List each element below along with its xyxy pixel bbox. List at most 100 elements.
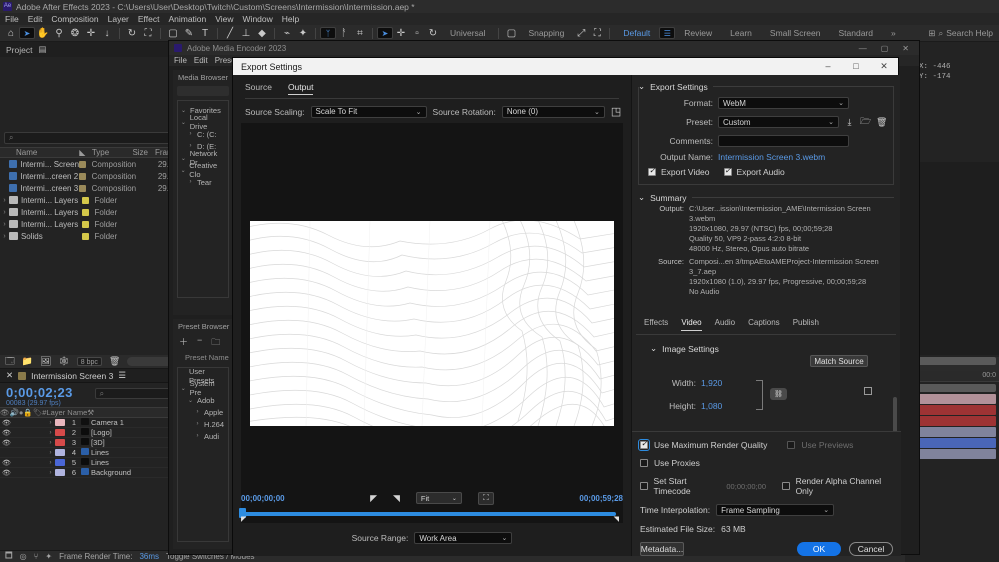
motion-blur-icon[interactable]: ◎: [20, 552, 27, 561]
metadata-button[interactable]: Metadata...: [640, 542, 684, 556]
media-browser-search[interactable]: [177, 86, 229, 96]
source-rotation-select[interactable]: None (0) ⌄: [502, 106, 605, 118]
tab-output[interactable]: Output: [288, 82, 314, 95]
layer-label-swatch[interactable]: [55, 469, 67, 476]
bit-depth-button[interactable]: 8 bpc: [77, 357, 102, 366]
new-comp-icon[interactable]: 🗔: [5, 354, 15, 370]
maximize-icon[interactable]: □: [842, 61, 870, 72]
timeline-menu-icon[interactable]: ☰: [118, 370, 126, 381]
expand-layer-icon[interactable]: ›: [46, 450, 55, 456]
set-start-timecode-checkbox[interactable]: [640, 482, 648, 490]
visibility-toggle-icon[interactable]: 👁: [0, 419, 13, 427]
item-label-swatch[interactable]: [79, 185, 91, 192]
hand-tool-icon[interactable]: ✋: [35, 26, 51, 41]
layer-duration-bar[interactable]: [908, 394, 996, 404]
list-item[interactable]: ⌄Creative Clo: [180, 164, 226, 176]
chevron-down-icon[interactable]: ⌄: [650, 343, 657, 354]
pixel-aspect-checkbox[interactable]: [864, 387, 872, 395]
list-item[interactable]: ⌄Local Drive: [180, 116, 226, 128]
workspace-standard[interactable]: Standard: [829, 28, 882, 38]
brainstorm-icon[interactable]: ✦: [45, 552, 52, 561]
tab-source[interactable]: Source: [245, 82, 272, 95]
out-point-marker[interactable]: ◥: [614, 515, 619, 523]
height-value[interactable]: 1,080: [701, 401, 722, 411]
add-preset-icon[interactable]: ＋: [179, 335, 188, 351]
menu-effect[interactable]: Effect: [138, 14, 160, 24]
save-preset-icon[interactable]: ⤓: [844, 117, 855, 128]
preset-select[interactable]: Custom ⌄: [718, 116, 839, 128]
rotation-tool-icon[interactable]: ↻: [124, 26, 140, 41]
expand-arrow-icon[interactable]: ›: [0, 209, 9, 216]
chevron-icon[interactable]: ›: [194, 433, 201, 439]
dolly-tool-icon[interactable]: ↓: [99, 26, 115, 41]
expand-arrow-icon[interactable]: ›: [0, 221, 9, 228]
column-name[interactable]: Name: [0, 148, 79, 157]
current-time[interactable]: 0;00;02;23: [6, 385, 73, 400]
layer-label-swatch[interactable]: [55, 439, 67, 446]
layer-duration-bar[interactable]: [908, 416, 996, 426]
ame-window-buttons[interactable]: — ▢ ✕: [859, 44, 919, 53]
layer-duration-bar[interactable]: [908, 427, 996, 437]
video-preview-area[interactable]: [241, 123, 623, 523]
cancel-button[interactable]: Cancel: [849, 542, 893, 556]
preset-folder-icon[interactable]: 🗀: [211, 335, 220, 351]
menu-animation[interactable]: Animation: [168, 14, 206, 24]
mesh-rotate-icon[interactable]: ↻: [425, 26, 441, 41]
effects-icon[interactable]: 🕸: [58, 356, 69, 367]
delete-icon[interactable]: 🗑: [109, 356, 120, 367]
export-settings-window-buttons[interactable]: – □ ✕: [814, 61, 898, 72]
layer-label-swatch[interactable]: [55, 459, 67, 466]
image-settings-header[interactable]: ⌄ Image Settings: [638, 343, 894, 354]
work-area-bar-top[interactable]: [908, 357, 996, 365]
clone-stamp-tool-icon[interactable]: ⊥: [238, 26, 254, 41]
eraser-tool-icon[interactable]: ◆: [254, 26, 270, 41]
project-search-input[interactable]: ⌕: [4, 132, 173, 144]
chevron-icon[interactable]: ›: [194, 409, 201, 415]
link-aspect-ratio-icon[interactable]: ⛓: [770, 388, 787, 400]
search-help-area[interactable]: ⊞ ⌕ Search Help: [928, 28, 999, 39]
workspace-menu-icon[interactable]: ☰: [659, 27, 675, 39]
layer-duration-bar[interactable]: [908, 438, 996, 448]
set-out-point-icon[interactable]: ◥: [393, 493, 400, 504]
player-transport-controls[interactable]: ◤ ◥ Fit ⌄ ⛶: [370, 492, 494, 505]
work-area-bar[interactable]: [908, 384, 996, 392]
export-audio-checkbox[interactable]: [724, 168, 732, 176]
menu-file[interactable]: File: [5, 14, 19, 24]
table-row[interactable]: ›Intermi... LayersFolder: [0, 218, 177, 230]
expand-layer-icon[interactable]: ›: [46, 420, 55, 426]
workspace-overflow[interactable]: »: [882, 28, 905, 38]
delete-preset-icon[interactable]: 🗑: [876, 117, 887, 128]
in-point-marker[interactable]: ◤: [241, 515, 246, 523]
item-label-swatch[interactable]: [82, 197, 95, 204]
new-folder-icon[interactable]: 📁: [22, 356, 33, 367]
menu-composition[interactable]: Composition: [51, 14, 98, 24]
player-current-time[interactable]: 00;00;00;00: [241, 494, 285, 503]
output-name-link[interactable]: Intermission Screen 3.webm: [718, 152, 825, 162]
ame-menu-file[interactable]: File: [174, 56, 187, 65]
workspace-small-screen[interactable]: Small Screen: [761, 28, 830, 38]
workspace-default[interactable]: Default: [614, 28, 659, 38]
time-interpolation-select[interactable]: Frame Sampling ⌄: [716, 504, 834, 516]
chevron-down-icon[interactable]: ⌄: [638, 81, 645, 92]
mesh-add-icon[interactable]: ✛: [393, 26, 409, 41]
anchor-point-tool-icon[interactable]: ⛶: [140, 26, 156, 41]
tab-audio[interactable]: Audio: [715, 318, 735, 331]
use-previews-checkbox[interactable]: [787, 441, 795, 449]
puppet-position-icon[interactable]: ᛉ: [320, 27, 336, 39]
source-scaling-select[interactable]: Scale To Fit ⌄: [311, 106, 427, 118]
crop-toggle-button[interactable]: ⛶: [478, 492, 494, 505]
layer-duration-bar[interactable]: [908, 449, 996, 459]
minimize-icon[interactable]: –: [814, 61, 842, 72]
layer-label-swatch[interactable]: [55, 419, 67, 426]
tab-publish[interactable]: Publish: [793, 318, 819, 331]
list-item[interactable]: ⌄System Pre: [180, 382, 226, 394]
use-proxies-checkbox[interactable]: [640, 459, 648, 467]
comments-input[interactable]: [718, 135, 849, 147]
player-scrubber[interactable]: ◤ ◥: [239, 509, 621, 518]
layer-label-swatch[interactable]: [55, 429, 67, 436]
chevron-icon[interactable]: ›: [194, 421, 201, 427]
table-row[interactable]: Intermi...creen 2Composition29.9: [0, 170, 177, 182]
ae-menu-bar[interactable]: File Edit Composition Layer Effect Anima…: [0, 13, 999, 25]
workspace-review[interactable]: Review: [675, 28, 721, 38]
layer-duration-bar[interactable]: [908, 405, 996, 415]
